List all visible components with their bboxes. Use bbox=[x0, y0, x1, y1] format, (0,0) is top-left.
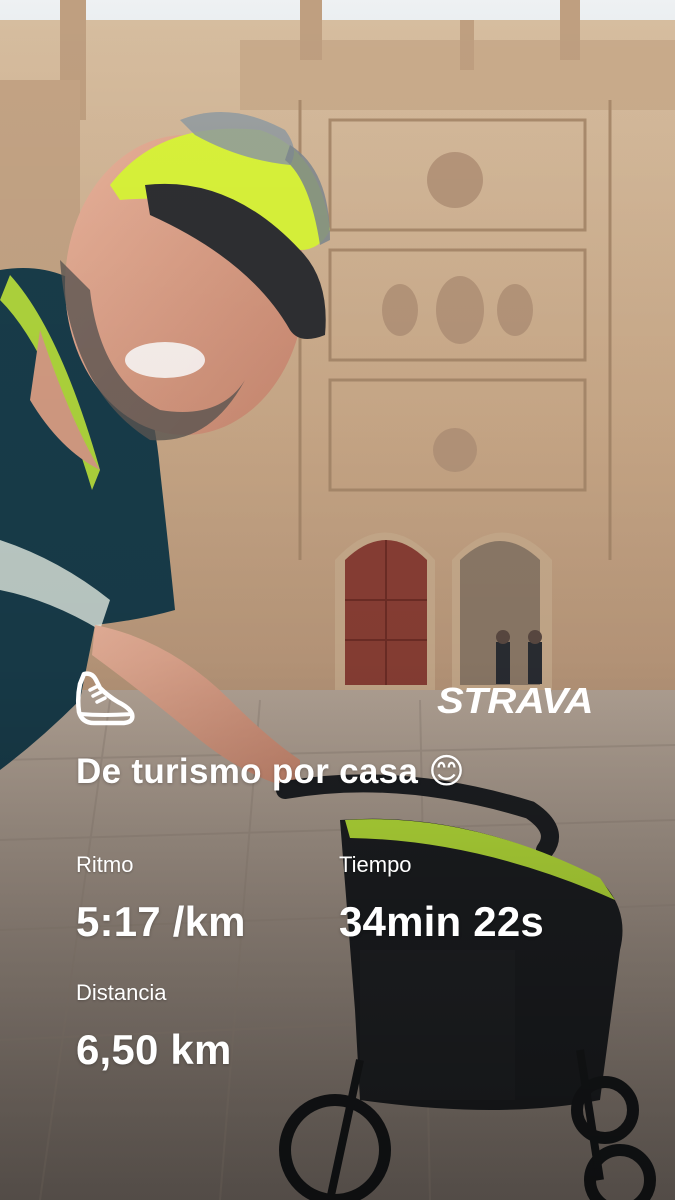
strava-logo: STRAVA bbox=[437, 680, 595, 721]
activity-title: De turismo por casa 😊 bbox=[76, 752, 466, 791]
strava-share-card: STRAVA De turismo por casa 😊 Ritmo 5:17 … bbox=[0, 0, 675, 1200]
time-label: Tiempo bbox=[339, 852, 412, 877]
background-photo bbox=[0, 0, 675, 1200]
pace-value: 5:17 /km bbox=[76, 898, 246, 945]
strava-logo-text: STRAVA bbox=[437, 680, 593, 720]
time-value: 34min 22s bbox=[339, 898, 544, 945]
distance-label: Distancia bbox=[76, 980, 167, 1005]
running-shoe-icon bbox=[74, 666, 136, 728]
pace-label: Ritmo bbox=[76, 852, 134, 877]
distance-value: 6,50 km bbox=[76, 1026, 232, 1073]
